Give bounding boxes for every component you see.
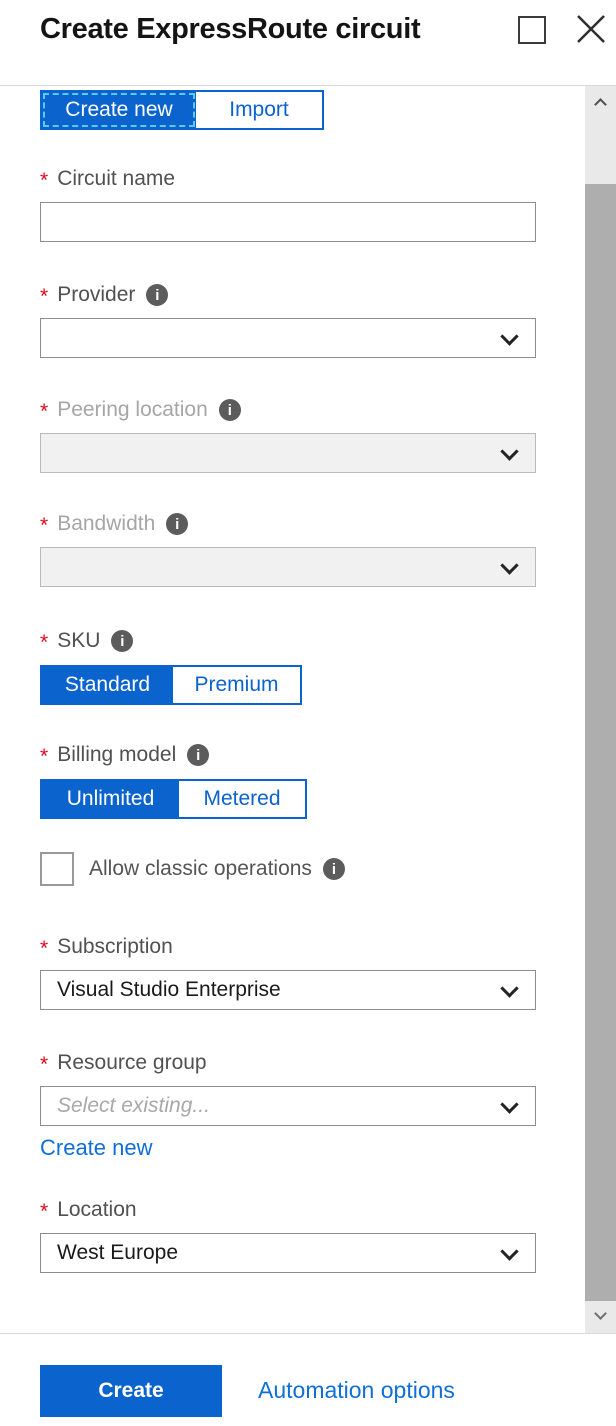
bandwidth-label: * Bandwidth i (40, 511, 537, 537)
peering-location-label: * Peering location i (40, 397, 537, 423)
billing-model-toggle: Unlimited Metered (40, 779, 307, 819)
location-dropdown[interactable]: West Europe (40, 1233, 536, 1273)
required-marker: * (40, 936, 48, 962)
scroll-up-button[interactable] (585, 86, 616, 117)
required-marker: * (40, 399, 48, 425)
info-glyph: i (175, 517, 179, 532)
subscription-label: * Subscription (40, 934, 537, 960)
info-icon[interactable]: i (323, 858, 345, 880)
window-controls (518, 12, 608, 46)
location-value: West Europe (57, 1241, 178, 1265)
billing-model-label-text: Billing model (57, 742, 176, 768)
billing-model-label: * Billing model i (40, 742, 537, 768)
chevron-down-icon (500, 442, 518, 460)
create-expressroute-circuit-blade: Create ExpressRoute circuit Create new I… (0, 0, 616, 1426)
form-scroll-area: Create new Import * Circuit name * Provi… (0, 85, 616, 1334)
info-icon[interactable]: i (219, 399, 241, 421)
scrollbar[interactable] (585, 86, 616, 1333)
resource-group-label: * Resource group (40, 1050, 537, 1076)
allow-classic-operations-checkbox[interactable] (40, 852, 74, 886)
resource-group-placeholder: Select existing... (57, 1094, 210, 1118)
required-marker: * (40, 630, 48, 656)
info-icon[interactable]: i (111, 630, 133, 652)
bandwidth-dropdown (40, 547, 536, 587)
chevron-down-icon (500, 1095, 518, 1113)
circuit-name-label: * Circuit name (40, 166, 537, 192)
required-marker: * (40, 168, 48, 194)
subscription-dropdown[interactable]: Visual Studio Enterprise (40, 970, 536, 1010)
sku-option-standard[interactable]: Standard (42, 667, 173, 703)
bandwidth-label-text: Bandwidth (57, 511, 155, 537)
sku-toggle: Standard Premium (40, 665, 302, 705)
info-glyph: i (332, 862, 336, 877)
circuit-name-input[interactable] (40, 202, 536, 242)
peering-location-label-text: Peering location (57, 397, 208, 423)
create-button[interactable]: Create (40, 1365, 222, 1417)
resource-group-dropdown[interactable]: Select existing... (40, 1086, 536, 1126)
scroll-down-button[interactable] (585, 1300, 616, 1331)
required-marker: * (40, 1052, 48, 1078)
chevron-up-icon (594, 98, 607, 111)
sku-option-premium[interactable]: Premium (173, 667, 300, 703)
allow-classic-operations-row: Allow classic operations i (40, 852, 537, 886)
info-glyph: i (120, 634, 124, 649)
location-label-text: Location (57, 1197, 136, 1223)
info-icon[interactable]: i (187, 744, 209, 766)
location-label: * Location (40, 1197, 537, 1223)
required-marker: * (40, 744, 48, 770)
automation-options-link[interactable]: Automation options (258, 1377, 455, 1404)
provider-label-text: Provider (57, 282, 135, 308)
circuit-name-label-text: Circuit name (57, 166, 175, 192)
chevron-down-icon (500, 327, 518, 345)
info-glyph: i (228, 403, 232, 418)
titlebar: Create ExpressRoute circuit (0, 0, 616, 85)
billing-option-metered[interactable]: Metered (179, 781, 305, 817)
close-icon (574, 12, 608, 46)
chevron-down-icon (500, 556, 518, 574)
resource-group-label-text: Resource group (57, 1050, 206, 1076)
billing-option-unlimited[interactable]: Unlimited (42, 781, 179, 817)
subscription-value: Visual Studio Enterprise (57, 978, 281, 1002)
chevron-down-icon (500, 979, 518, 997)
peering-location-dropdown (40, 433, 536, 473)
maximize-button[interactable] (518, 14, 546, 44)
scrollbar-thumb[interactable] (585, 184, 616, 1301)
provider-dropdown[interactable] (40, 318, 536, 358)
sku-label-text: SKU (57, 628, 100, 654)
required-marker: * (40, 284, 48, 310)
provider-label: * Provider i (40, 282, 537, 308)
info-glyph: i (155, 288, 159, 303)
page-title: Create ExpressRoute circuit (40, 13, 420, 46)
footer-action-bar: Create Automation options (0, 1334, 616, 1426)
close-button[interactable] (574, 12, 608, 46)
maximize-icon (518, 16, 546, 44)
required-marker: * (40, 1199, 48, 1225)
chevron-down-icon (594, 1307, 607, 1320)
mode-toggle: Create new Import (40, 90, 324, 130)
required-marker: * (40, 513, 48, 539)
subscription-label-text: Subscription (57, 934, 173, 960)
info-icon[interactable]: i (146, 284, 168, 306)
create-new-resource-group-link[interactable]: Create new (40, 1135, 153, 1161)
info-icon[interactable]: i (166, 513, 188, 535)
allow-classic-operations-label: Allow classic operations (89, 857, 312, 881)
chevron-down-icon (500, 1242, 518, 1260)
info-glyph: i (196, 748, 200, 763)
form-content: Create new Import * Circuit name * Provi… (0, 86, 537, 1273)
sku-label: * SKU i (40, 628, 537, 654)
tab-import[interactable]: Import (196, 92, 322, 128)
tab-create-new[interactable]: Create new (42, 92, 196, 128)
